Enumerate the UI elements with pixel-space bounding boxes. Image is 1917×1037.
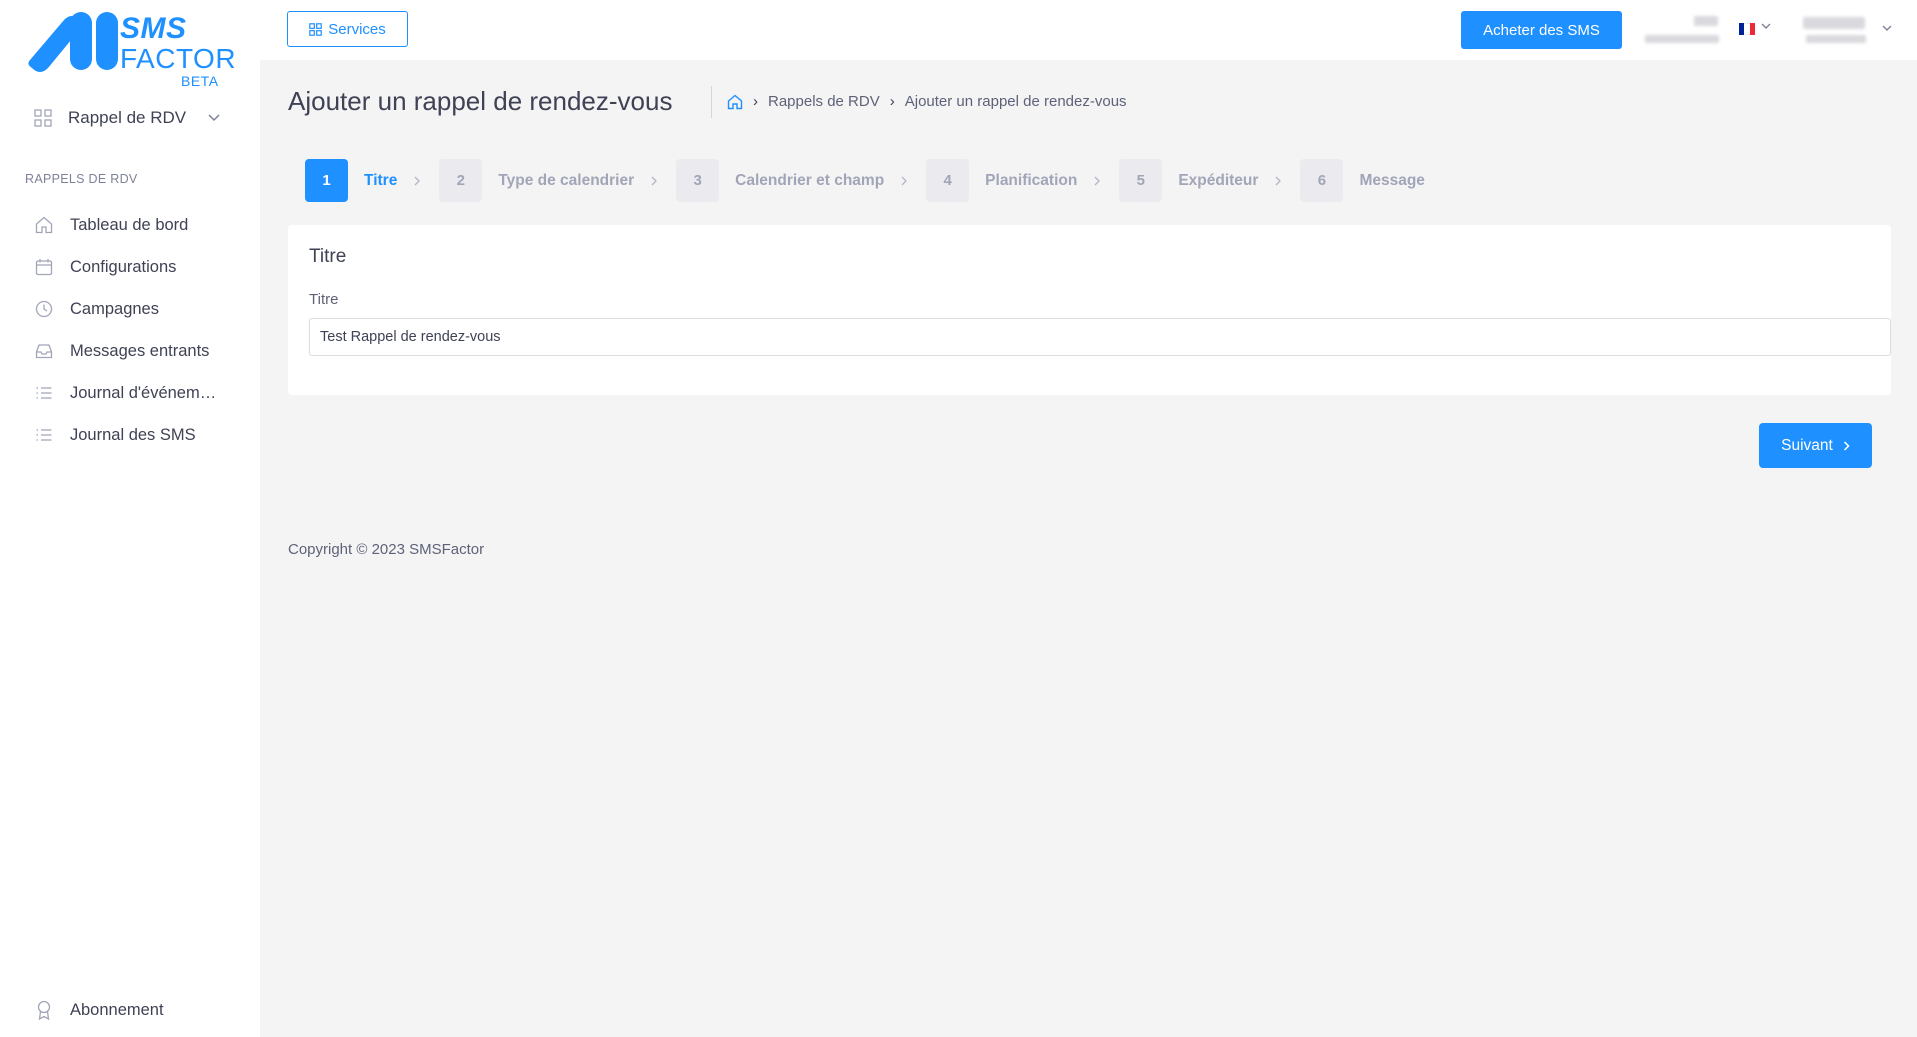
sidebar-item-label: Tableau de bord <box>70 215 189 234</box>
step-sender[interactable]: 5 Expéditeur <box>1119 159 1300 202</box>
credit-balance-blurred <box>1694 16 1718 26</box>
calendar-icon <box>34 257 54 277</box>
sidebar-item-label: Messages entrants <box>70 341 210 360</box>
sidebar-nav: Tableau de bord Configurations Campagnes… <box>34 204 254 456</box>
beta-badge: BETA <box>181 73 219 89</box>
breadcrumb-item-current: Ajouter un rappel de rendez-vous <box>904 93 1127 110</box>
sidebar-item-label: Configurations <box>70 257 177 276</box>
chevron-right-icon <box>901 176 908 185</box>
sidebar-item-label: Campagnes <box>70 299 159 318</box>
step-message[interactable]: 6 Message <box>1300 159 1425 202</box>
sidebar-item-label: Journal des SMS <box>70 425 196 444</box>
sidebar-item-dashboard[interactable]: Tableau de bord <box>34 204 254 246</box>
breadcrumb: › Rappels de RDV › Ajouter un rappel de … <box>727 93 1127 110</box>
sidebar-item-sms-log[interactable]: Journal des SMS <box>34 414 254 456</box>
sidebar-item-subscription[interactable]: Abonnement <box>34 989 164 1031</box>
title-divider <box>711 86 712 118</box>
step-title[interactable]: 1 Titre <box>305 159 439 202</box>
step-number: 4 <box>926 159 970 202</box>
topbar: Services Acheter des SMS <box>260 0 1917 60</box>
user-company-blurred <box>1806 35 1866 43</box>
logo-mark-icon <box>28 12 118 72</box>
title-form-card: Titre Titre <box>288 225 1891 395</box>
home-icon[interactable] <box>727 94 743 110</box>
sidebar-item-campaigns[interactable]: Campagnes <box>34 288 254 330</box>
home-icon <box>34 215 54 235</box>
breadcrumb-separator: › <box>753 93 758 110</box>
chevron-down-icon <box>208 114 220 122</box>
grid-icon <box>34 109 52 127</box>
list-icon <box>34 383 54 403</box>
card-title: Titre <box>309 246 347 267</box>
step-label: Titre <box>364 171 398 189</box>
chevron-right-icon <box>414 176 421 185</box>
step-calendar-type[interactable]: 2 Type de calendrier <box>439 159 676 202</box>
breadcrumb-separator: › <box>889 93 895 110</box>
credit-label-blurred <box>1645 35 1719 43</box>
sidebar: SMS FACTOR BETA Rappel de RDV RAPPELS DE… <box>0 0 260 1037</box>
wizard-stepper: 1 Titre 2 Type de calendrier 3 Calendrie… <box>305 159 1425 202</box>
breadcrumb-item[interactable]: Rappels de RDV <box>768 93 880 110</box>
module-selector-label: Rappel de RDV <box>68 108 187 127</box>
copyright-text: Copyright © 2023 SMSFactor <box>288 541 485 558</box>
chevron-right-icon <box>1843 440 1850 451</box>
grid-icon <box>309 22 323 36</box>
smsfactor-logo[interactable]: SMS FACTOR BETA <box>26 10 236 90</box>
step-label: Calendrier et champ <box>735 171 885 189</box>
step-number: 6 <box>1300 159 1344 202</box>
sidebar-item-configurations[interactable]: Configurations <box>34 246 254 288</box>
sidebar-item-label: Journal d'événements <box>70 383 220 402</box>
step-number: 2 <box>439 159 483 202</box>
logo-text-sms: SMS <box>120 12 187 45</box>
services-button-label: Services <box>328 20 386 38</box>
chevron-right-icon <box>1275 176 1282 185</box>
step-label: Message <box>1359 171 1425 189</box>
title-input[interactable] <box>309 318 1891 356</box>
page-title: Ajouter un rappel de rendez-vous <box>288 86 673 116</box>
step-label: Expéditeur <box>1178 171 1259 189</box>
chevron-down-icon[interactable] <box>1882 24 1892 32</box>
chevron-down-icon[interactable] <box>1761 22 1771 30</box>
next-button-label: Suivant <box>1781 436 1833 454</box>
step-label: Planification <box>985 171 1078 189</box>
logo-text-factor: FACTOR <box>120 43 237 74</box>
inbox-icon <box>34 341 54 361</box>
step-number: 5 <box>1119 159 1163 202</box>
list-icon <box>34 425 54 445</box>
module-selector[interactable]: Rappel de RDV <box>34 104 234 132</box>
chevron-right-icon <box>1094 176 1101 185</box>
next-button[interactable]: Suivant <box>1759 423 1872 468</box>
chevron-right-icon <box>651 176 658 185</box>
step-number: 3 <box>676 159 720 202</box>
sidebar-item-event-log[interactable]: Journal d'événements <box>34 372 254 414</box>
step-planning[interactable]: 4 Planification <box>926 159 1119 202</box>
buy-sms-button[interactable]: Acheter des SMS <box>1461 11 1622 49</box>
sidebar-item-label: Abonnement <box>70 1000 164 1019</box>
user-name-blurred[interactable] <box>1803 17 1865 29</box>
services-button[interactable]: Services <box>287 11 408 47</box>
language-flag-icon[interactable] <box>1739 23 1755 35</box>
sidebar-item-incoming-messages[interactable]: Messages entrants <box>34 330 254 372</box>
award-icon <box>34 1000 54 1020</box>
step-number: 1 <box>305 159 348 202</box>
step-label: Type de calendrier <box>498 171 635 189</box>
step-calendar-field[interactable]: 3 Calendrier et champ <box>676 159 926 202</box>
sidebar-section-title: RAPPELS DE RDV <box>25 172 138 186</box>
clock-icon <box>34 299 54 319</box>
title-field-label: Titre <box>309 291 339 308</box>
